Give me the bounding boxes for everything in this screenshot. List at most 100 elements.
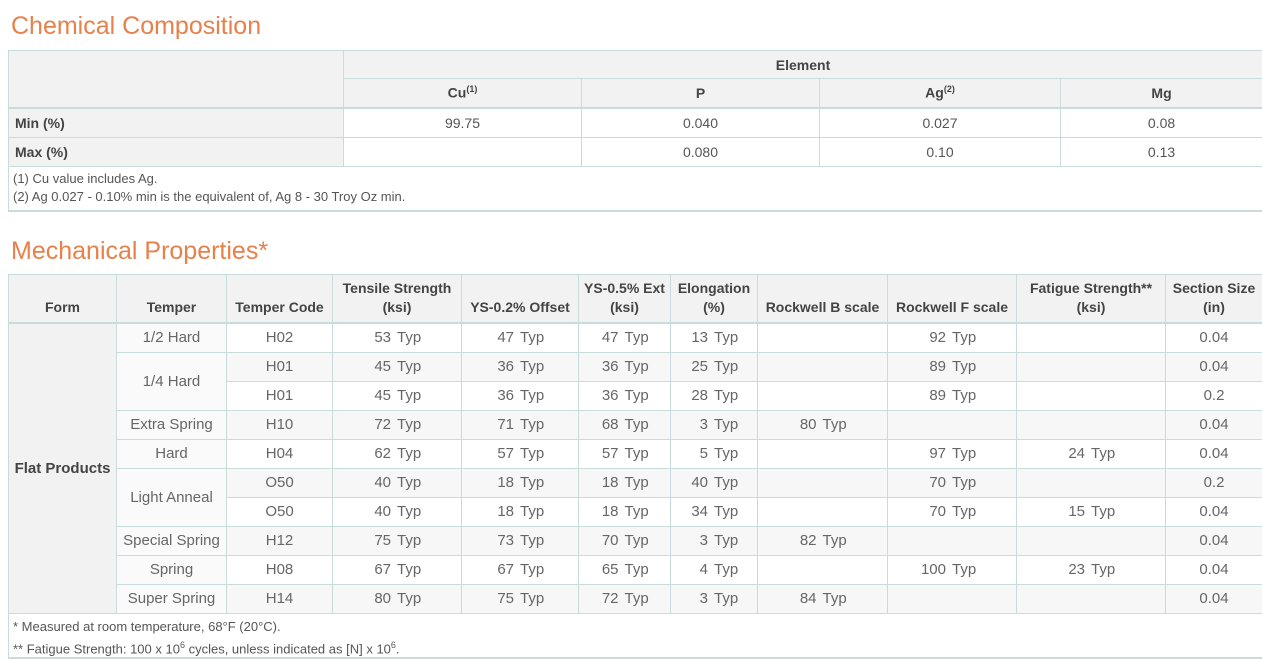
typ-label: Typ — [624, 416, 649, 433]
table-row: Spring H08 67 Typ 67 Typ 65 Typ 4 Typ 100 Typ 23 Typ 0… — [9, 554, 1262, 585]
temper-code-cell: H01 — [226, 380, 333, 411]
value: 57 — [601, 445, 619, 462]
value-cell-rf: 100 Typ — [887, 554, 1017, 585]
section-size-cell: 0.2 — [1165, 380, 1262, 411]
chem-title: Chemical Composition — [11, 12, 262, 40]
value-cell-rf — [887, 525, 1017, 556]
value: 67 — [497, 561, 514, 578]
typ-label: Typ — [397, 532, 422, 549]
chem-notes: (1) Cu value includes Ag. (2) Ag 0.027 -… — [8, 166, 1262, 212]
value-cell-elong: 25 Typ — [670, 351, 758, 382]
value-cell-fatigue — [1016, 525, 1166, 556]
value-cell-ys02: 75 Typ — [461, 583, 579, 614]
value: 24 — [1068, 445, 1085, 462]
value-cell-rf: 89 Typ — [887, 351, 1017, 382]
value-cell-fatigue: 23 Typ — [1016, 554, 1166, 585]
mech-table: Form Temper Temper Code Tensile Strength (k… — [8, 274, 1262, 614]
typ-label: Typ — [1091, 445, 1116, 462]
cell: 0.027 — [819, 107, 1061, 138]
value-cell-tensile: 45 Typ — [332, 351, 462, 382]
note-measured: * Measured at room temperature, 68°F (20… — [13, 619, 281, 634]
value: 5 — [699, 445, 708, 462]
chem-table: Element Cu(1) P Ag(2) Mg Min (%) 99.75 0… — [8, 50, 1262, 167]
element-ag: Ag(2) — [819, 78, 1061, 109]
value-cell-rb — [757, 554, 888, 585]
value-cell-ys05: 68 Typ — [578, 409, 671, 440]
typ-label: Typ — [822, 416, 847, 433]
value: 25 — [691, 358, 708, 375]
mech-header: Fatigue Strength** (ksi) — [1016, 274, 1166, 324]
table-row: Light Anneal O50 40 Typ 18 Typ 18 Typ 40 Typ 70 Typ… — [9, 467, 1262, 527]
value: 40 — [374, 474, 391, 491]
value-cell-fatigue — [1016, 322, 1166, 353]
value: 57 — [497, 445, 514, 462]
typ-label: Typ — [952, 445, 977, 462]
value: 80 — [799, 416, 817, 433]
typ-label: Typ — [397, 503, 422, 520]
min-row: Min (%) 99.75 0.040 0.027 0.08 — [8, 107, 1262, 138]
element-mg: Mg — [1059, 78, 1262, 109]
value-cell-elong: 3 Typ — [670, 409, 758, 440]
value: 28 — [691, 387, 708, 404]
temper-cell: Super Spring — [116, 583, 227, 614]
value: 36 — [497, 358, 514, 375]
cell: 0.08 — [1059, 107, 1262, 138]
typ-label: Typ — [952, 387, 977, 404]
value: 92 — [929, 329, 946, 346]
value-cell-tensile: 75 Typ — [332, 525, 462, 556]
value: 67 — [374, 561, 391, 578]
note-2: (2) Ag 0.027 - 0.10% min is the equivale… — [13, 189, 406, 204]
temper-cell: Light Anneal — [116, 467, 227, 527]
value-cell-rb — [757, 467, 888, 498]
typ-label: Typ — [397, 474, 422, 491]
typ-label: Typ — [952, 474, 977, 491]
typ-label: Typ — [822, 590, 847, 607]
typ-label: Typ — [1091, 503, 1116, 520]
value-cell-tensile: 53 Typ — [332, 322, 462, 353]
max-row: Max (%) 0.080 0.10 0.13 — [8, 136, 1262, 167]
temper-cell: Extra Spring — [116, 409, 227, 440]
temper-code-cell: H08 — [226, 554, 333, 585]
value: 72 — [601, 590, 619, 607]
value-cell-rf: 70 Typ — [887, 496, 1017, 527]
temper-code-cell: H02 — [226, 322, 333, 353]
typ-label: Typ — [952, 503, 977, 520]
value-cell-ys02: 36 Typ — [461, 351, 579, 382]
section-size-cell: 0.04 — [1165, 583, 1262, 614]
temper-code-cell: O50 — [226, 467, 333, 498]
note-fatigue: ** Fatigue Strength: 100 x 106 cycles, u… — [13, 640, 400, 657]
value-cell-rf: 92 Typ — [887, 322, 1017, 353]
value-cell-ys05: 18 Typ — [578, 496, 671, 527]
value: 53 — [374, 329, 391, 346]
value: 75 — [497, 590, 514, 607]
value-cell-ys02: 18 Typ — [461, 496, 579, 527]
value-cell-ys02: 36 Typ — [461, 380, 579, 411]
value-cell-ys05: 36 Typ — [578, 380, 671, 411]
value-cell-rf: 97 Typ — [887, 438, 1017, 469]
value-cell-rf: 89 Typ — [887, 380, 1017, 411]
chem-corner — [8, 50, 344, 109]
table-row: Super Spring H14 80 Typ 75 Typ 72 Typ 3 Typ 84 Typ 0… — [9, 583, 1262, 614]
value-cell-elong: 3 Typ — [670, 583, 758, 614]
typ-label: Typ — [520, 561, 545, 578]
value-cell-fatigue — [1016, 467, 1166, 498]
value: 97 — [929, 445, 946, 462]
value: 84 — [799, 590, 817, 607]
value: 71 — [497, 416, 514, 433]
value-cell-tensile: 40 Typ — [332, 496, 462, 527]
typ-label: Typ — [624, 329, 649, 346]
value-cell-elong: 28 Typ — [670, 380, 758, 411]
value: 3 — [699, 590, 708, 607]
value: 80 — [374, 590, 391, 607]
typ-label: Typ — [520, 532, 545, 549]
mech-header-row: Form Temper Temper Code Tensile Strength (k… — [8, 274, 1262, 324]
temper-code-cell: H04 — [226, 438, 333, 469]
value: 89 — [929, 358, 946, 375]
section-size-cell: 0.04 — [1165, 496, 1262, 527]
row-label: Max (%) — [8, 136, 344, 167]
value: 89 — [929, 387, 946, 404]
value: 36 — [601, 358, 619, 375]
value-cell-ys02: 18 Typ — [461, 467, 579, 498]
value: 40 — [374, 503, 391, 520]
value-cell-elong: 5 Typ — [670, 438, 758, 469]
